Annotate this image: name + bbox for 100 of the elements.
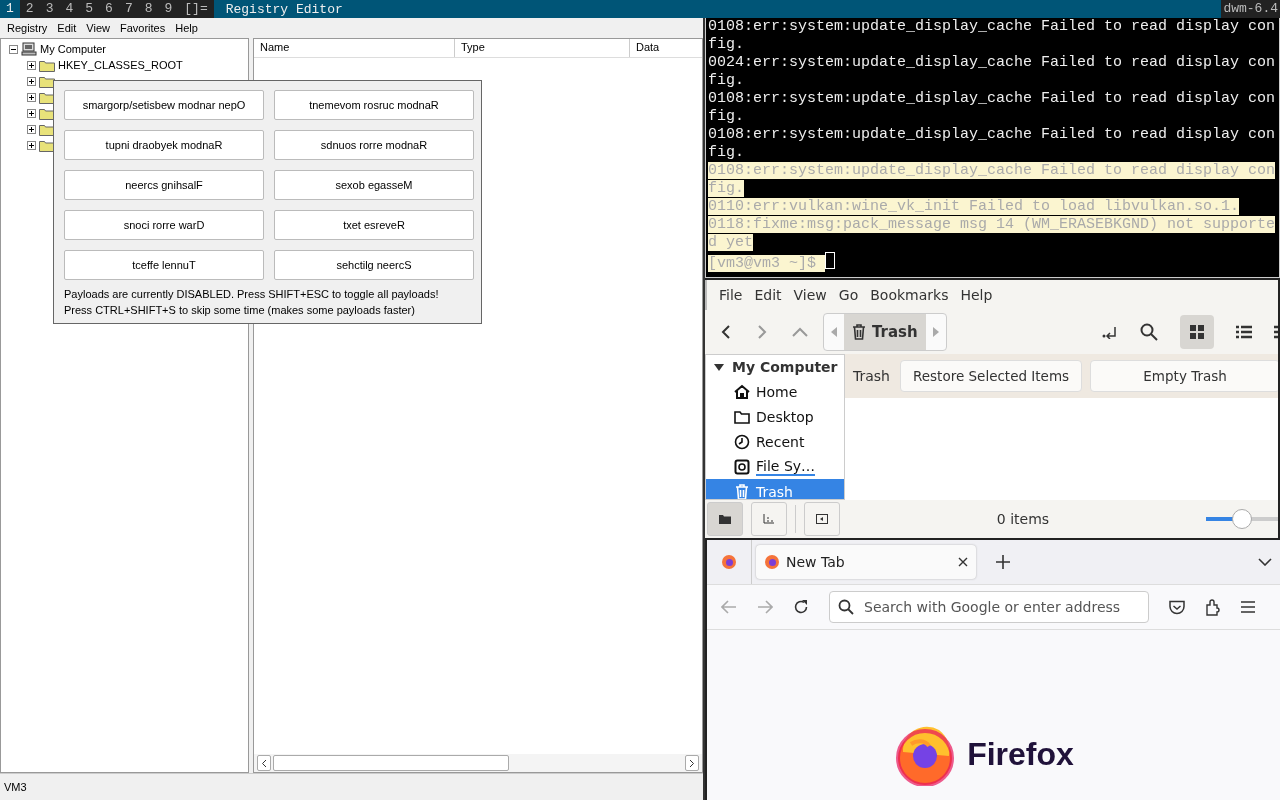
path-button[interactable]: Trash	[844, 314, 926, 350]
horizontal-scrollbar[interactable]	[254, 754, 702, 772]
payload-button[interactable]: smargorp/setisbew modnar nepO	[64, 90, 264, 120]
menu-item[interactable]: Go	[832, 287, 865, 303]
terminal-line: fig.	[708, 36, 744, 53]
menu-item[interactable]: Bookmarks	[864, 287, 955, 303]
terminal-line: fig.	[708, 72, 744, 89]
terminal-line: fig.	[708, 108, 744, 125]
terminal-line: 0108:err:system:update_display_cache Failed to read display con	[708, 126, 1276, 143]
action-button[interactable]: Restore Selected Items	[900, 360, 1083, 392]
browser-tab[interactable]: New Tab	[756, 545, 976, 579]
status-text: VM3	[4, 781, 27, 793]
payload-button[interactable]: txet esreveR	[274, 210, 474, 240]
extensions-icon[interactable]	[1205, 598, 1221, 616]
column-header[interactable]: Data	[630, 39, 702, 57]
payload-button[interactable]: tceffe lennuT	[64, 250, 264, 280]
reload-icon[interactable]	[793, 599, 809, 615]
zoom-slider[interactable]	[1206, 509, 1278, 529]
chevron-down-icon[interactable]	[1258, 558, 1272, 566]
window-title: Registry Editor	[224, 1, 344, 17]
terminal-line: 0024:err:system:update_display_cache Failed to read display con	[708, 54, 1276, 71]
workspace-tag[interactable]: 3	[39, 0, 60, 18]
payload-button[interactable]: tupni draobyek modnaR	[64, 130, 264, 160]
pocket-icon[interactable]	[1169, 599, 1185, 615]
expand-icon[interactable]	[27, 92, 36, 102]
menu-item[interactable]: Help	[171, 22, 204, 34]
menu-icon[interactable]	[1241, 601, 1255, 613]
terminal-line: fig.	[708, 144, 744, 161]
slider-thumb[interactable]	[1232, 509, 1252, 529]
scroll-left-icon[interactable]	[257, 755, 271, 771]
sidebar-item[interactable]: Home	[706, 379, 844, 404]
menu-item[interactable]: File	[713, 287, 749, 303]
payload-button[interactable]: sexob egasseM	[274, 170, 474, 200]
status-text: dwm-6.4	[1221, 0, 1280, 18]
item-count: 0 items	[995, 511, 1051, 527]
sidebar-item[interactable]: Desktop	[706, 404, 844, 429]
sidebar-heading: My Computer	[732, 359, 838, 375]
workspace-tag[interactable]: 8	[138, 0, 159, 18]
notice-text: Press CTRL+SHIFT+S to skip some time (makes some payloads faster)	[64, 303, 416, 318]
expand-icon[interactable]	[27, 124, 36, 134]
menu-item[interactable]: Favorites	[115, 22, 172, 34]
house-icon	[734, 383, 750, 400]
clock-icon	[734, 433, 750, 450]
search-icon[interactable]	[1140, 323, 1158, 341]
location-label: Trash	[853, 368, 890, 384]
tree-item[interactable]: HKEY_CLASSES_ROOT	[58, 59, 183, 71]
close-icon[interactable]	[958, 557, 968, 567]
workspace-tag[interactable]: 7	[118, 0, 139, 18]
drive-icon	[734, 458, 750, 475]
workspace-tag[interactable]: 5	[79, 0, 100, 18]
expand-icon[interactable]	[27, 108, 36, 118]
menu-item[interactable]: View	[787, 287, 833, 303]
collapse-icon[interactable]	[9, 44, 18, 54]
menu-item[interactable]: Edit	[53, 22, 83, 34]
grid-view-icon[interactable]	[1180, 315, 1214, 349]
expand-icon[interactable]	[27, 140, 36, 150]
payload-button[interactable]: snoci rorre warD	[64, 210, 264, 240]
expand-icon[interactable]	[27, 76, 36, 86]
workspace-tag[interactable]: 2	[19, 0, 40, 18]
compact-view-icon[interactable]	[1274, 325, 1278, 339]
folder-icon	[734, 408, 750, 425]
places-toggle-icon[interactable]	[707, 502, 743, 536]
menu-item[interactable]: Edit	[748, 287, 788, 303]
menu-item[interactable]: View	[82, 22, 116, 34]
new-tab-icon[interactable]	[996, 555, 1010, 569]
sidebar-item[interactable]: File Sy…	[706, 454, 844, 479]
up-icon[interactable]	[791, 325, 809, 339]
workspace-tag[interactable]: 6	[99, 0, 119, 18]
location-icon[interactable]	[1102, 325, 1118, 339]
sidebar-item[interactable]: Recent	[706, 429, 844, 454]
notice-text: Payloads are currently DISABLED. Press SHIFT+ESC to toggle all payloads!	[64, 287, 440, 302]
back-icon[interactable]	[719, 324, 733, 340]
tree-toggle-icon[interactable]	[751, 502, 787, 536]
payload-button[interactable]: sehctilg neercS	[274, 250, 474, 280]
sidebar-toggle-icon[interactable]	[804, 502, 840, 536]
menu-item[interactable]: Help	[954, 287, 999, 303]
payload-button[interactable]: neercs gnihsalF	[64, 170, 264, 200]
computer-icon	[21, 42, 37, 56]
workspace-tag[interactable]: 1	[0, 0, 20, 18]
action-button[interactable]: Empty Trash	[1090, 360, 1278, 392]
scroll-right-icon[interactable]	[685, 755, 699, 771]
forward-icon[interactable]	[755, 324, 769, 340]
expander-icon[interactable]	[714, 363, 724, 371]
menu-item[interactable]: Registry	[3, 22, 54, 34]
sidebar-item[interactable]: Trash	[706, 479, 844, 499]
payload-button[interactable]: sdnuos rorre modnaR	[274, 130, 474, 160]
trash-icon	[852, 324, 866, 340]
workspace-tag[interactable]: 9	[158, 0, 179, 18]
list-view-icon[interactable]	[1236, 325, 1252, 339]
address-field[interactable]: Search with Google or enter address	[829, 591, 1149, 623]
column-header[interactable]: Type	[455, 39, 630, 57]
column-header[interactable]: Name	[254, 39, 455, 57]
expand-icon[interactable]	[27, 60, 36, 70]
search-icon	[838, 599, 854, 615]
layout-symbol[interactable]: []=	[178, 0, 214, 18]
tree-item[interactable]: My Computer	[40, 43, 107, 55]
workspace-tag[interactable]: 4	[59, 0, 80, 18]
terminal-line: 0108:err:system:update_display_cache Failed to read display con	[708, 90, 1276, 107]
payload-button[interactable]: tnemevom rosruc modnaR	[274, 90, 474, 120]
folder-icon	[39, 58, 55, 72]
